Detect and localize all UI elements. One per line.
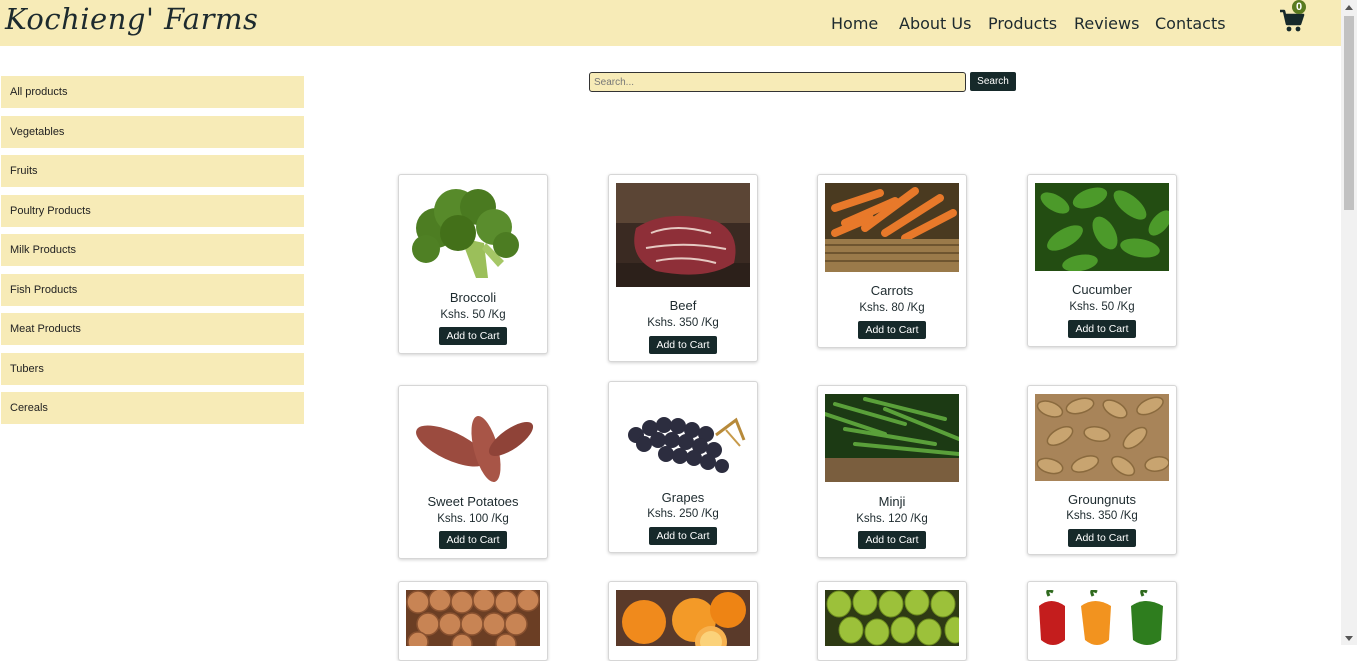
add-to-cart-button[interactable]: Add to Cart bbox=[1068, 529, 1136, 547]
minji-image bbox=[825, 394, 959, 482]
carrots-image bbox=[825, 183, 959, 272]
product-name: Broccoli bbox=[449, 290, 497, 305]
scrollbar-thumb[interactable] bbox=[1344, 16, 1354, 210]
add-to-cart-button[interactable]: Add to Cart bbox=[858, 321, 926, 339]
category-tubers[interactable]: Tubers bbox=[1, 352, 304, 385]
product-name: Grapes bbox=[661, 490, 705, 505]
category-milk-products[interactable]: Milk Products bbox=[1, 234, 304, 266]
beef-image bbox=[616, 183, 750, 287]
category-fruits[interactable]: Fruits bbox=[1, 155, 304, 187]
product-card: Broccoli Kshs. 50 /Kg Add to Cart bbox=[398, 174, 548, 354]
category-cereals[interactable]: Cereals bbox=[1, 392, 304, 424]
grapes-image bbox=[616, 390, 750, 486]
product-name: Beef bbox=[669, 298, 697, 313]
category-all-products[interactable]: All products bbox=[1, 76, 304, 108]
product-card: Cucumber Kshs. 50 /Kg Add to Cart bbox=[1027, 174, 1177, 347]
category-vegetables[interactable]: Vegetables bbox=[1, 115, 304, 148]
peppers-image bbox=[1035, 590, 1169, 646]
product-price: Kshs. 350 /Kg bbox=[1066, 510, 1138, 522]
product-card bbox=[817, 581, 967, 661]
product-card: Beef Kshs. 350 /Kg Add to Cart bbox=[608, 174, 758, 362]
product-card: Grapes Kshs. 250 /Kg Add to Cart bbox=[608, 381, 758, 553]
product-name: Carrots bbox=[870, 283, 914, 298]
search-button[interactable]: Search bbox=[970, 72, 1016, 91]
main-nav: Home About Us Products Reviews Contacts bbox=[0, 0, 1341, 46]
category-poultry-products[interactable]: Poultry Products bbox=[1, 194, 304, 227]
add-to-cart-button[interactable]: Add to Cart bbox=[1068, 320, 1136, 338]
sweet-potatoes-image bbox=[406, 394, 540, 490]
add-to-cart-button[interactable]: Add to Cart bbox=[649, 336, 717, 354]
vertical-scrollbar[interactable] bbox=[1341, 0, 1357, 645]
add-to-cart-button[interactable]: Add to Cart bbox=[439, 531, 507, 549]
product-card: Groungnuts Kshs. 350 /Kg Add to Cart bbox=[1027, 385, 1177, 555]
product-name: Groungnuts bbox=[1068, 492, 1136, 507]
pears-image bbox=[825, 590, 959, 646]
product-card bbox=[608, 581, 758, 661]
scroll-down-arrow-icon[interactable] bbox=[1345, 636, 1353, 641]
product-price: Kshs. 120 /Kg bbox=[856, 513, 928, 525]
nav-link-about[interactable]: About Us bbox=[899, 14, 971, 33]
product-name: Sweet Potatoes bbox=[427, 494, 519, 509]
product-name: Minji bbox=[878, 494, 906, 509]
product-price: Kshs. 80 /Kg bbox=[859, 302, 925, 314]
product-card: Minji Kshs. 120 /Kg Add to Cart bbox=[817, 385, 967, 558]
category-fish-products[interactable]: Fish Products bbox=[1, 273, 304, 306]
product-card: Sweet Potatoes Kshs. 100 /Kg Add to Cart bbox=[398, 385, 548, 559]
product-card: Carrots Kshs. 80 /Kg Add to Cart bbox=[817, 174, 967, 348]
add-to-cart-button[interactable]: Add to Cart bbox=[858, 531, 926, 549]
search-input[interactable] bbox=[589, 72, 966, 92]
product-price: Kshs. 50 /Kg bbox=[1069, 301, 1135, 313]
product-price: Kshs. 250 /Kg bbox=[647, 508, 719, 520]
product-price: Kshs. 350 /Kg bbox=[647, 317, 719, 329]
groundnuts-image bbox=[1035, 394, 1169, 481]
product-price: Kshs. 100 /Kg bbox=[437, 513, 509, 525]
cart-count-badge: 0 bbox=[1292, 0, 1306, 14]
nav-link-contacts[interactable]: Contacts bbox=[1155, 14, 1226, 33]
category-meat-products[interactable]: Meat Products bbox=[1, 313, 304, 345]
top-navbar: Kochieng' Farms Home About Us Products R… bbox=[0, 0, 1341, 46]
add-to-cart-button[interactable]: Add to Cart bbox=[649, 527, 717, 545]
nav-link-products[interactable]: Products bbox=[988, 14, 1057, 33]
category-sidebar: All products Vegetables Fruits Poultry P… bbox=[1, 76, 304, 432]
cucumber-image bbox=[1035, 183, 1169, 271]
nav-link-reviews[interactable]: Reviews bbox=[1074, 14, 1139, 33]
product-name: Cucumber bbox=[1072, 282, 1132, 297]
nav-link-home[interactable]: Home bbox=[831, 14, 878, 33]
broccoli-image bbox=[406, 183, 540, 281]
scroll-up-arrow-icon[interactable] bbox=[1345, 5, 1353, 10]
onions-image bbox=[406, 590, 540, 646]
add-to-cart-button[interactable]: Add to Cart bbox=[439, 327, 507, 345]
product-card bbox=[398, 581, 548, 661]
oranges-image bbox=[616, 590, 750, 646]
product-price: Kshs. 50 /Kg bbox=[440, 309, 506, 321]
product-card bbox=[1027, 581, 1177, 661]
